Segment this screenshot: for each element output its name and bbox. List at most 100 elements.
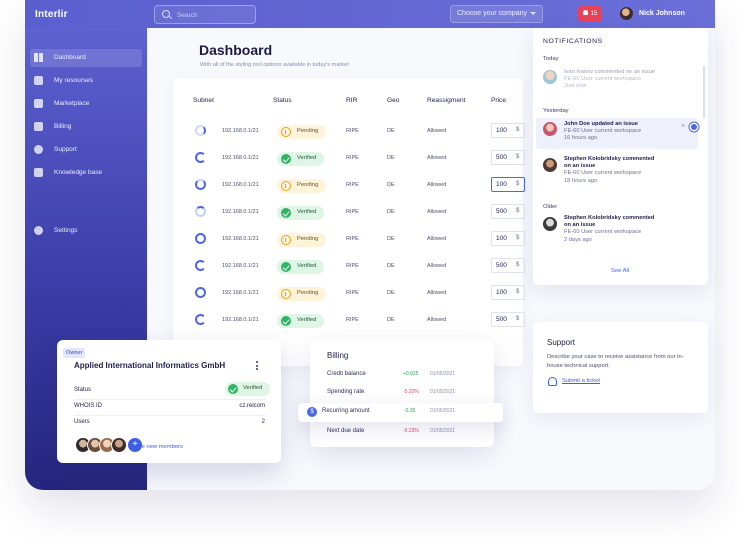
billing-title: Billing — [327, 351, 349, 360]
currency-symbol: $ — [516, 289, 520, 295]
table-row[interactable]: 192.168.0.1/21 Verified RIPE DE Allowed … — [173, 307, 525, 334]
unread-indicator[interactable] — [691, 124, 697, 130]
price-value: 100 — [496, 127, 507, 134]
rir-cell: RIPE — [346, 155, 359, 161]
subnet-usage-icon — [195, 260, 206, 271]
avatar[interactable] — [111, 437, 127, 453]
invite-members-link[interactable]: Invite new members — [131, 444, 183, 450]
notification-item[interactable]: Stephen Kolobridsky commented on an issu… — [536, 155, 698, 192]
price-input[interactable]: 100 $ — [491, 177, 525, 192]
table-row[interactable]: 192.168.0.1/21 Pending RIPE DE Allowed 1… — [173, 280, 525, 307]
notification-time: 18 hours ago — [564, 177, 598, 184]
price-input[interactable]: 100 $ — [491, 285, 525, 300]
headset-icon — [548, 377, 557, 386]
notification-item[interactable]: Stephen Kolobridsky commented on an issu… — [536, 214, 698, 251]
status-text: Verified — [243, 385, 263, 391]
sidebar-item-label: Billing — [54, 123, 72, 130]
price-value: 500 — [496, 154, 507, 161]
subnet-cell: 192.168.0.1/21 — [222, 236, 259, 242]
owner-tag: Owner — [63, 348, 86, 358]
table-row[interactable]: 192.168.0.1/21 Pending RIPE DE Allowed 1… — [173, 226, 525, 253]
price-input[interactable]: 500 $ — [491, 204, 525, 219]
user-avatar[interactable] — [620, 7, 633, 20]
billing-label: Recurring amount — [322, 408, 370, 414]
submit-ticket-link[interactable]: Submit a ticket — [562, 378, 600, 384]
billing-row[interactable]: Next due date -5.23% 01/05/2021 — [310, 425, 494, 439]
billing-label: Next due date — [327, 428, 365, 434]
table-row[interactable]: 192.168.0.1/21 Verified RIPE DE Allowed … — [173, 253, 525, 280]
column-header-geo[interactable]: Geo — [387, 97, 399, 104]
notification-item[interactable]: Ivan Ivanov commented on an issue FE-60 … — [536, 67, 698, 95]
avatar — [543, 158, 557, 172]
sidebar-item-support[interactable]: Support — [30, 141, 142, 159]
currency-symbol: $ — [516, 235, 520, 241]
notifications-button[interactable]: 15 — [578, 6, 602, 22]
price-input[interactable]: 100 $ — [491, 231, 525, 246]
notifications-scrollbar[interactable] — [703, 66, 705, 118]
support-description: Describe your case to receive assistance… — [547, 354, 684, 369]
avatar — [543, 122, 557, 136]
graduation-icon — [34, 168, 43, 177]
price-input[interactable]: 500 $ — [491, 258, 525, 273]
billing-row[interactable]: Credit balance +0.025 01/05/2021 — [310, 368, 494, 382]
notifications-panel: NOTIFICATIONS Today Ivan Ivanov commente… — [533, 28, 708, 285]
help-icon — [34, 145, 43, 154]
subnet-usage-icon — [195, 125, 206, 136]
app-logo[interactable]: Interlir — [35, 9, 68, 20]
price-input[interactable]: 500 $ — [491, 312, 525, 327]
geo-cell: DE — [387, 290, 395, 296]
column-header-status[interactable]: Status — [273, 97, 292, 104]
column-header-subnet[interactable]: Subnet — [193, 97, 214, 104]
company-select[interactable]: Choose your company — [450, 5, 543, 23]
status-badge: Pending — [277, 287, 327, 301]
billing-row[interactable]: Spending rate -5.22% 01/05/2021 — [310, 386, 494, 400]
sidebar-item-dashboard[interactable]: Dashboard — [30, 49, 142, 67]
table-row[interactable]: 192.168.0.1/21 Pending RIPE DE Allowed 1… — [173, 118, 525, 145]
column-header-price[interactable]: Price — [491, 97, 506, 104]
chevron-down-icon — [530, 12, 536, 15]
price-input[interactable]: 100 $ — [491, 123, 525, 138]
subnet-cell: 192.168.0.1/21 — [222, 155, 259, 161]
billing-row-recurring-amount[interactable]: $ Recurring amount -0.35 01/05/2021 — [298, 403, 503, 422]
sidebar-item-knowledge-base[interactable]: Knowledge base — [30, 164, 142, 182]
table-row[interactable]: 192.168.0.1/21 Verified RIPE DE Allowed … — [173, 199, 525, 226]
price-value: 100 — [496, 181, 507, 188]
clock-icon — [281, 181, 291, 191]
see-all-link[interactable]: See All — [611, 268, 629, 274]
geo-cell: DE — [387, 128, 395, 134]
sidebar-item-marketplace[interactable]: Marketplace — [30, 95, 142, 113]
currency-symbol: $ — [516, 208, 520, 214]
price-value: 500 — [496, 262, 507, 269]
status-badge: Pending — [277, 233, 327, 247]
organization-name: Applied International Informatics GmbH — [74, 361, 226, 370]
subnet-cell: 192.168.0.1/21 — [222, 317, 259, 323]
subnet-table: Subnet Status RIR Geo Reassigment Price … — [173, 78, 525, 366]
sidebar-item-settings[interactable]: Settings — [30, 222, 142, 240]
more-options-icon[interactable] — [256, 361, 259, 370]
sidebar-item-billing[interactable]: Billing — [30, 118, 142, 136]
subnet-usage-icon — [195, 314, 206, 325]
status-badge: Verified — [277, 206, 325, 220]
price-input[interactable]: 500 $ — [491, 150, 525, 165]
notification-item[interactable]: John Doe updated an issue FE-60 User cur… — [536, 118, 698, 149]
search-box[interactable] — [154, 5, 256, 24]
table-row[interactable]: 192.168.0.1/21 Pending RIPE DE Allowed 1… — [173, 172, 525, 199]
close-icon[interactable]: × — [681, 123, 685, 130]
table-row[interactable]: 192.168.0.1/21 Verified RIPE DE Allowed … — [173, 145, 525, 172]
support-card: Support Describe your case to receive as… — [533, 322, 708, 413]
column-header-rir[interactable]: RIR — [346, 97, 357, 104]
column-header-reassignment[interactable]: Reassigment — [427, 97, 465, 104]
divider — [74, 415, 266, 416]
price-value: 100 — [496, 235, 507, 242]
store-icon — [34, 99, 43, 108]
status-text: Verified — [297, 155, 317, 161]
sidebar-item-my-resources[interactable]: My resourses — [30, 72, 142, 90]
notification-workspace: FE-60 User current workspace — [564, 76, 642, 83]
status-text: Pending — [297, 290, 319, 296]
search-input[interactable] — [177, 8, 251, 22]
subnet-cell: 192.168.0.1/21 — [222, 128, 259, 134]
user-name[interactable]: Nick Johnson — [639, 10, 685, 17]
company-select-label: Choose your company — [457, 10, 528, 17]
currency-symbol: $ — [516, 316, 520, 322]
notification-message: Stephen Kolobridsky commented — [564, 215, 655, 221]
